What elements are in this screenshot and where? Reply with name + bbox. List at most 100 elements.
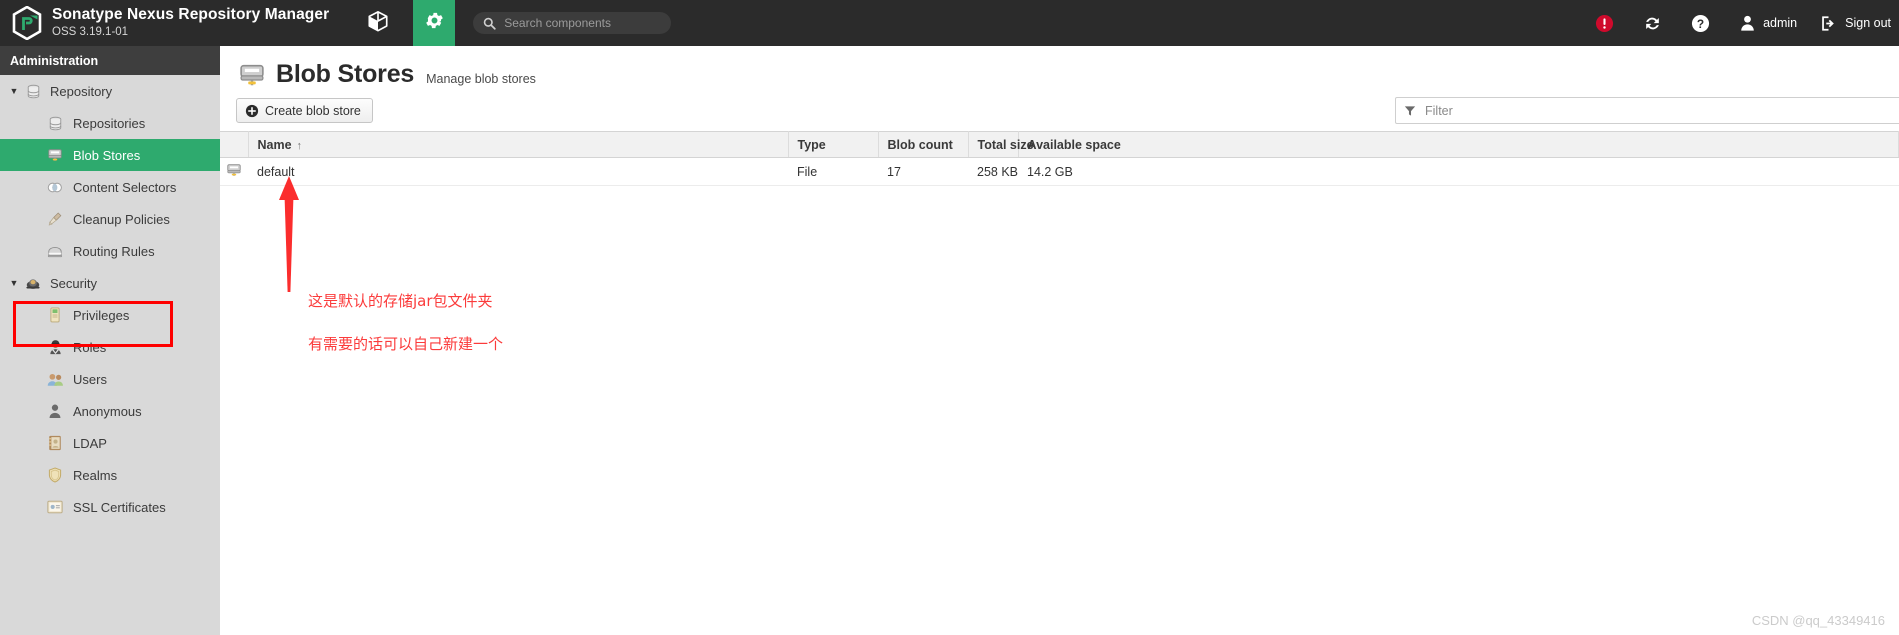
sign-out-icon bbox=[1819, 14, 1838, 33]
sidebar-item-repository[interactable]: ▼ Repository bbox=[0, 75, 220, 107]
funnel-icon bbox=[1404, 105, 1416, 117]
page-subtitle: Manage blob stores bbox=[426, 72, 536, 86]
filter-box[interactable] bbox=[1395, 97, 1899, 124]
sidebar-item-label: Cleanup Policies bbox=[73, 211, 170, 227]
main-content: Blob Stores Manage blob stores Create bl… bbox=[220, 46, 1899, 635]
column-header-blob-count[interactable]: Blob count bbox=[878, 131, 969, 158]
security-icon bbox=[22, 276, 44, 291]
browse-tab[interactable] bbox=[357, 0, 399, 46]
sonatype-logo-icon bbox=[12, 5, 42, 41]
watermark: CSDN @qq_43349416 bbox=[1751, 613, 1885, 628]
sidebar-item-label: Routing Rules bbox=[73, 243, 155, 259]
sidebar-item-label: Repository bbox=[50, 83, 113, 99]
sidebar-item-label: Content Selectors bbox=[73, 179, 177, 195]
search-input[interactable] bbox=[502, 15, 663, 31]
cell-total-size: 258 KB bbox=[968, 157, 1018, 186]
toolbar: Create blob store bbox=[220, 89, 1899, 131]
sidebar-item-security[interactable]: ▼ Security bbox=[0, 267, 220, 299]
page-header: Blob Stores Manage blob stores bbox=[220, 46, 1899, 89]
certificate-icon bbox=[44, 500, 66, 514]
column-header-type[interactable]: Type bbox=[788, 131, 879, 158]
sidebar-item-label: LDAP bbox=[73, 435, 107, 451]
table-row[interactable]: default File 17 258 KB 14.2 GB bbox=[220, 157, 1899, 186]
sidebar-item-realms[interactable]: Realms bbox=[0, 459, 220, 491]
broom-icon bbox=[44, 211, 66, 227]
sidebar-item-content-selectors[interactable]: Content Selectors bbox=[0, 171, 220, 203]
help-circle-icon: ? bbox=[1691, 14, 1710, 33]
chevron-down-icon[interactable]: ▼ bbox=[6, 278, 22, 288]
brand-titles: Sonatype Nexus Repository Manager OSS 3.… bbox=[52, 7, 329, 38]
app-version: OSS 3.19.1-01 bbox=[52, 26, 129, 39]
search-box[interactable] bbox=[473, 12, 672, 34]
header-right-actions: ? admin Sign out bbox=[1573, 0, 1899, 46]
alerts-button[interactable] bbox=[1595, 14, 1621, 33]
sidebar-item-privileges[interactable]: Privileges bbox=[0, 299, 220, 331]
blobstore-icon bbox=[238, 61, 266, 89]
brand-block[interactable]: Sonatype Nexus Repository Manager OSS 3.… bbox=[0, 0, 329, 46]
blob-stores-table: Name ↑ Type Blob count Total size Availab… bbox=[220, 131, 1899, 186]
user-menu[interactable]: admin bbox=[1739, 14, 1797, 32]
sidebar: Administration ▼ Repository Repositories… bbox=[0, 46, 220, 635]
filter-input[interactable] bbox=[1423, 102, 1898, 119]
chevron-down-icon[interactable]: ▼ bbox=[6, 86, 22, 96]
book-icon bbox=[44, 435, 66, 451]
cube-icon bbox=[367, 10, 389, 37]
sidebar-item-blob-stores[interactable]: Blob Stores bbox=[0, 139, 220, 171]
table-header-row: Name ↑ Type Blob count Total size Availab… bbox=[220, 131, 1899, 158]
sidebar-item-routing-rules[interactable]: Routing Rules bbox=[0, 235, 220, 267]
refresh-icon bbox=[1643, 14, 1662, 33]
sort-ascending-icon: ↑ bbox=[296, 139, 303, 152]
cell-type: File bbox=[788, 157, 878, 186]
sidebar-item-cleanup-policies[interactable]: Cleanup Policies bbox=[0, 203, 220, 235]
sidebar-item-label: SSL Certificates bbox=[73, 499, 166, 515]
sidebar-title: Administration bbox=[0, 46, 220, 75]
database-icon bbox=[22, 84, 44, 99]
sidebar-item-anonymous[interactable]: Anonymous bbox=[0, 395, 220, 427]
sidebar-item-roles[interactable]: Roles bbox=[0, 331, 220, 363]
create-blob-store-label: Create blob store bbox=[265, 103, 361, 118]
application-window: Sonatype Nexus Repository Manager OSS 3.… bbox=[0, 0, 1899, 635]
contrast-icon bbox=[44, 180, 66, 195]
alert-circle-icon bbox=[1595, 14, 1614, 33]
sidebar-item-users[interactable]: Users bbox=[0, 363, 220, 395]
svg-text:?: ? bbox=[1697, 16, 1704, 30]
top-header-bar: Sonatype Nexus Repository Manager OSS 3.… bbox=[0, 0, 1899, 46]
sidebar-item-label: Realms bbox=[73, 467, 118, 483]
sidebar-item-ssl-certificates[interactable]: SSL Certificates bbox=[0, 491, 220, 523]
gear-icon bbox=[424, 10, 445, 36]
sidebar-item-label: Anonymous bbox=[73, 403, 142, 419]
page-title: Blob Stores bbox=[276, 60, 415, 88]
users-icon bbox=[44, 372, 66, 387]
table-header: Name ↑ Type Blob count Total size Availab… bbox=[220, 131, 1899, 158]
sign-out-label: Sign out bbox=[1845, 16, 1891, 30]
sidebar-item-label: Roles bbox=[73, 339, 107, 355]
shield-icon bbox=[44, 467, 66, 483]
cell-blob-count: 17 bbox=[878, 157, 968, 186]
create-blob-store-button[interactable]: Create blob store bbox=[236, 98, 373, 123]
column-header-name[interactable]: Name ↑ bbox=[248, 131, 789, 158]
cell-available-space: 14.2 GB bbox=[1018, 157, 1899, 186]
user-icon bbox=[1739, 14, 1756, 32]
sign-out-button[interactable]: Sign out bbox=[1819, 14, 1891, 33]
anonymous-icon bbox=[44, 403, 66, 419]
officer-icon bbox=[44, 339, 66, 355]
administration-tab[interactable] bbox=[413, 0, 456, 46]
sidebar-item-repositories[interactable]: Repositories bbox=[0, 107, 220, 139]
sidebar-item-label: Blob Stores bbox=[73, 147, 141, 163]
column-header-available-space[interactable]: Available space bbox=[1018, 131, 1899, 158]
sidebar-item-label: Repositories bbox=[73, 115, 146, 131]
sidebar-item-label: Security bbox=[50, 275, 97, 291]
column-header-total-size[interactable]: Total size bbox=[968, 131, 1034, 158]
row-icon-cell bbox=[220, 157, 248, 186]
help-button[interactable]: ? bbox=[1691, 14, 1717, 33]
medal-icon bbox=[44, 307, 66, 323]
routing-icon bbox=[44, 245, 66, 258]
column-header-name-label: Name bbox=[257, 137, 292, 152]
database-icon bbox=[44, 116, 66, 131]
search-icon bbox=[483, 17, 496, 30]
blobstore-icon bbox=[226, 164, 242, 181]
app-title: Sonatype Nexus Repository Manager bbox=[52, 6, 330, 24]
sidebar-item-label: Users bbox=[73, 371, 107, 387]
refresh-button[interactable] bbox=[1643, 14, 1669, 33]
sidebar-item-ldap[interactable]: LDAP bbox=[0, 427, 220, 459]
